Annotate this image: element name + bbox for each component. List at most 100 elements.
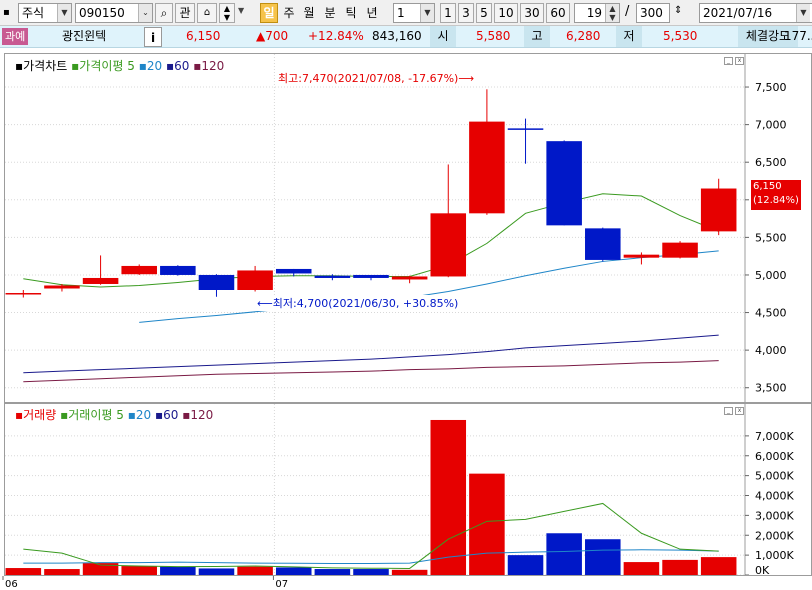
pane-close-icon[interactable]: x: [735, 407, 744, 415]
volume-bar[interactable]: [623, 562, 660, 575]
candle-body: [430, 213, 467, 277]
expand-icon[interactable]: ⇕: [674, 5, 682, 16]
high-price: 6,280: [566, 29, 601, 43]
volume-bar[interactable]: [160, 566, 196, 575]
candle-body: [469, 121, 505, 214]
zoom-input[interactable]: 19 ▲ ▼: [574, 3, 620, 23]
market-select[interactable]: 주식 ▼: [18, 3, 72, 23]
candle-body: [198, 274, 235, 290]
candle[interactable]: [469, 89, 505, 215]
price-legend: ▪가격차트 ▪가격이평 5 ▪20 ▪60 ▪120: [15, 57, 225, 74]
chevron-down-icon[interactable]: ▼: [420, 4, 434, 22]
price-tick-label: 5,500: [755, 231, 787, 244]
volume-tick-label: 3,000K: [755, 509, 794, 522]
count-separator: /: [625, 4, 630, 19]
candle[interactable]: [237, 265, 273, 292]
low-label: 저: [616, 26, 642, 47]
legend-ma5: 가격이평 5: [79, 59, 135, 73]
volume-tick-label: 1,000K: [755, 549, 794, 562]
price-change-pct: +12.84%: [308, 29, 364, 43]
chevron-down-icon[interactable]: ▼: [796, 4, 810, 22]
volume-bar[interactable]: [198, 568, 235, 575]
chevron-down-icon[interactable]: ▼: [238, 6, 244, 15]
candle[interactable]: [391, 275, 428, 284]
candle-body: [585, 228, 621, 260]
volume-bar[interactable]: [469, 473, 505, 575]
up-down-spinner-icon[interactable]: ▲ ▼: [219, 3, 235, 23]
period-tab-week[interactable]: 주: [280, 3, 298, 23]
stock-code-input[interactable]: 090150 ⌄: [75, 3, 153, 23]
period-tab-day[interactable]: 일: [260, 3, 278, 23]
candle[interactable]: [198, 274, 235, 297]
volume-bar[interactable]: [237, 566, 273, 575]
period-tab-year[interactable]: 년: [363, 3, 381, 23]
interval-button-10[interactable]: 10: [494, 3, 518, 23]
chevron-down-icon[interactable]: ⌄: [138, 4, 152, 22]
candle[interactable]: [5, 290, 42, 298]
volume-bar[interactable]: [5, 568, 42, 575]
legend-vma60: 60: [163, 408, 179, 422]
strength-value: 177.5: [784, 29, 812, 43]
ma120-line: [23, 360, 719, 383]
bell-icon[interactable]: ⌂: [197, 3, 217, 23]
candle[interactable]: [546, 140, 582, 226]
interval-button-1[interactable]: 1: [440, 3, 456, 23]
candle-body: [546, 141, 582, 226]
watchlist-button[interactable]: 관: [175, 3, 195, 23]
period-tab-minute[interactable]: 분: [321, 3, 339, 23]
date-input[interactable]: 2021/07/16 ▼: [699, 3, 812, 23]
volume-bar[interactable]: [662, 559, 698, 575]
low-annotation: ⟵최저:4,700(2021/06/30, +30.85%): [257, 295, 459, 311]
menu-icon[interactable]: ▪: [3, 6, 15, 19]
stock-name: 광진윈텍: [62, 29, 107, 43]
candle[interactable]: [507, 118, 544, 164]
candle[interactable]: [700, 178, 737, 236]
pane-minimize-icon[interactable]: _: [724, 407, 733, 415]
volume-bar[interactable]: [430, 419, 467, 575]
candle[interactable]: [353, 274, 389, 281]
volume-chart[interactable]: 7,000K 6,000K 5,000K 4,000K 3,000K 2,000K 1,00…: [5, 404, 812, 576]
volume-bar[interactable]: [700, 557, 737, 575]
pane-minimize-icon[interactable]: _: [724, 57, 733, 65]
period-tab-tick[interactable]: 틱: [342, 3, 360, 23]
volume-bar[interactable]: [585, 539, 621, 575]
volume-bar[interactable]: [121, 566, 157, 575]
candle[interactable]: [430, 164, 467, 278]
pane-close-icon[interactable]: x: [735, 57, 744, 65]
volume-bar[interactable]: [507, 555, 544, 575]
volume-bar[interactable]: [391, 569, 428, 575]
interval-select[interactable]: 1 ▼: [393, 3, 435, 23]
legend-ma60: 60: [174, 59, 190, 73]
volume-bar[interactable]: [44, 569, 80, 575]
candle[interactable]: [662, 241, 698, 259]
volume-chart-pane: 7,000K 6,000K 5,000K 4,000K 3,000K 2,000K 1,00…: [4, 403, 812, 576]
candle[interactable]: [160, 265, 196, 276]
price-tick-label: 4,000: [755, 344, 787, 357]
volume-bar[interactable]: [546, 533, 582, 575]
info-button[interactable]: i: [144, 27, 162, 47]
candle[interactable]: [121, 264, 157, 275]
candle[interactable]: [82, 255, 119, 285]
candle-body: [662, 242, 698, 258]
volume-bar[interactable]: [353, 569, 389, 575]
price-chart[interactable]: 7,5007,0006,5006,0005,5005,0004,5004,000…: [5, 54, 812, 403]
candle-body: [275, 268, 312, 274]
spinner-icon[interactable]: ▲ ▼: [605, 4, 619, 22]
search-button[interactable]: ⌕: [155, 3, 173, 23]
candle[interactable]: [585, 227, 621, 262]
volume-tick-label: 0K: [755, 564, 770, 576]
interval-button-30[interactable]: 30: [520, 3, 544, 23]
trade-volume: 843,160: [372, 29, 422, 43]
interval-button-3[interactable]: 3: [458, 3, 474, 23]
search-icon: ⌕: [160, 6, 168, 20]
interval-button-5[interactable]: 5: [476, 3, 492, 23]
count-input[interactable]: 300: [636, 3, 670, 23]
chevron-down-icon[interactable]: ▼: [57, 4, 71, 22]
quote-bar: 과예 광진윈텍 i 6,150 ▲700 +12.84% 843,160 시 5…: [0, 26, 812, 48]
toolbar: ▪ 주식 ▼ 090150 ⌄ ⌕ 관 ⌂ ▲ ▼ ▼ 일 주 월 분 틱 년 1…: [0, 0, 812, 26]
interval-button-60[interactable]: 60: [546, 3, 570, 23]
volume-bar[interactable]: [275, 567, 312, 575]
volume-bar[interactable]: [314, 569, 351, 575]
period-tab-month[interactable]: 월: [300, 3, 318, 23]
price-tick-label: 3,500: [755, 382, 787, 395]
